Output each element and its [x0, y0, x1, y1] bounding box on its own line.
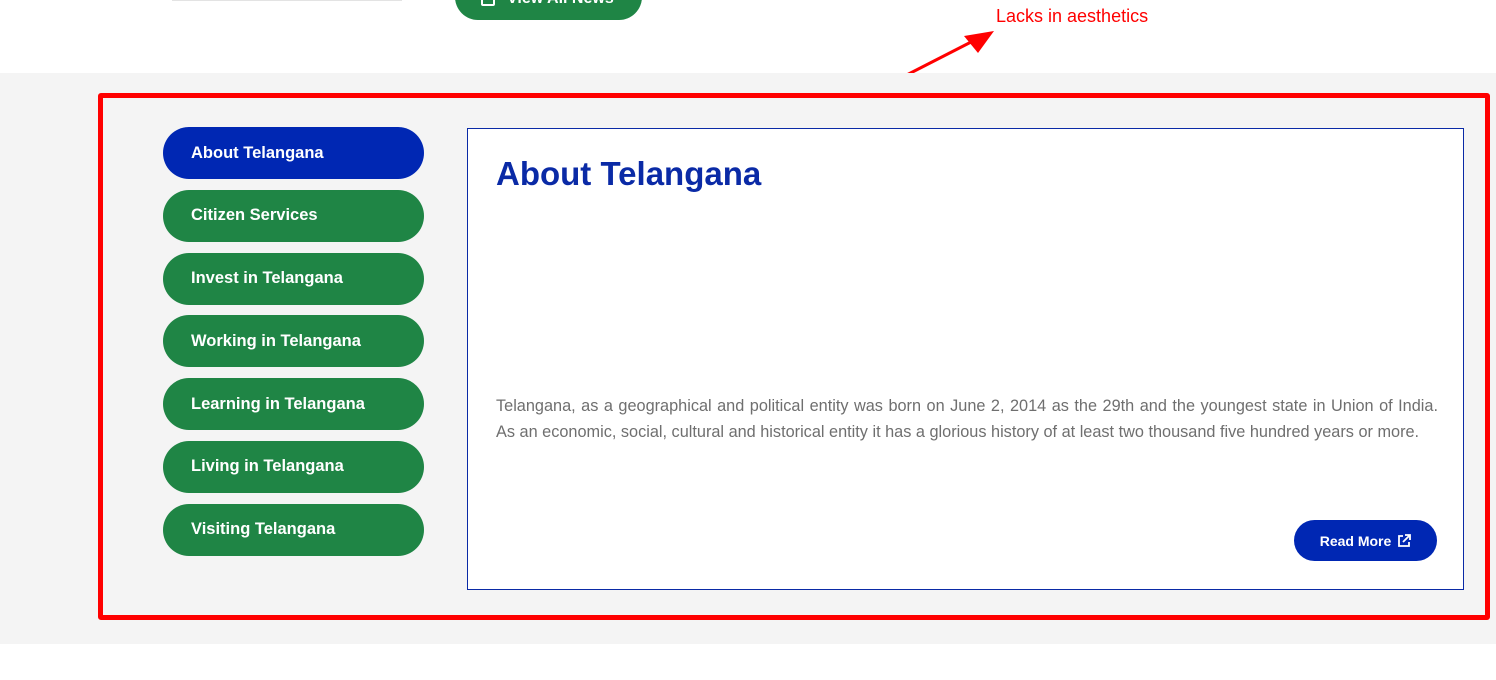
content-title: About Telangana — [496, 155, 762, 192]
sidebar-item-invest[interactable]: Invest in Telangana — [163, 252, 424, 305]
sidebar-item-visiting[interactable]: Visiting Telangana — [163, 503, 424, 556]
read-more-button[interactable]: Read More — [1294, 520, 1437, 561]
sidebar-item-citizen-services[interactable]: Citizen Services — [163, 189, 424, 242]
sidebar-nav: About Telangana Citizen Services Invest … — [163, 127, 424, 567]
read-more-label: Read More — [1319, 532, 1392, 549]
content-card: About Telangana Telangana, as a geograph… — [467, 128, 1464, 590]
sidebar-item-about[interactable]: About Telangana — [163, 127, 424, 179]
sidebar-item-learning[interactable]: Learning in Telangana — [163, 378, 424, 431]
sidebar-item-living[interactable]: Living in Telangana — [163, 440, 424, 493]
sidebar-item-working[interactable]: Working in Telangana — [163, 315, 424, 368]
content-body: Telangana, as a geographical and politic… — [496, 397, 1438, 441]
external-link-icon — [1398, 533, 1412, 547]
